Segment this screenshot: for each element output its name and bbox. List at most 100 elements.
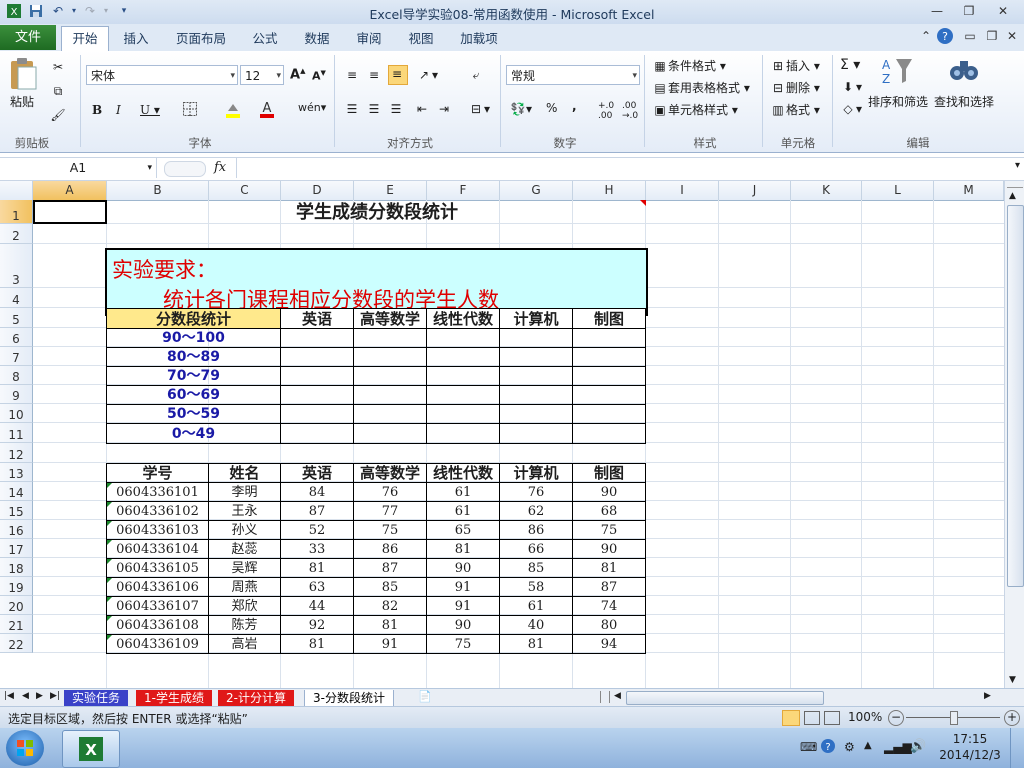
- select-all-corner[interactable]: [0, 181, 33, 200]
- score-cell[interactable]: 81: [572, 558, 646, 578]
- stat-header[interactable]: 英语: [280, 308, 354, 329]
- score-cell[interactable]: 77: [353, 501, 427, 521]
- stat-count-cell[interactable]: [499, 366, 573, 386]
- student-id-cell[interactable]: 0604336101: [106, 482, 209, 502]
- stat-count-cell[interactable]: [426, 385, 500, 405]
- prev-sheet-icon[interactable]: ◀: [22, 691, 29, 701]
- scroll-up-icon[interactable]: ▲: [1009, 191, 1016, 201]
- stat-count-cell[interactable]: [572, 328, 646, 348]
- score-cell[interactable]: 86: [353, 539, 427, 559]
- score-cell[interactable]: 65: [426, 520, 500, 540]
- score-cell[interactable]: 90: [572, 539, 646, 559]
- score-range-label[interactable]: 50～59: [106, 404, 281, 424]
- font-size-select[interactable]: 12 ▾: [240, 65, 284, 85]
- sort-filter-icon[interactable]: AZ: [880, 55, 914, 90]
- student-id-cell[interactable]: 0604336109: [106, 634, 209, 654]
- start-button-icon[interactable]: [6, 730, 44, 766]
- horizontal-scroll-thumb[interactable]: [626, 691, 824, 705]
- row-header-8[interactable]: 8: [0, 366, 33, 385]
- phonetic-icon[interactable]: wén▾: [298, 101, 326, 114]
- stat-count-cell[interactable]: [280, 366, 354, 386]
- score-cell[interactable]: 61: [426, 501, 500, 521]
- insert-function-icon[interactable]: fx: [214, 158, 226, 178]
- student-id-cell[interactable]: 0604336103: [106, 520, 209, 540]
- student-name-cell[interactable]: 郑欣: [208, 596, 281, 616]
- column-header-c[interactable]: C: [209, 181, 281, 200]
- score-cell[interactable]: 63: [280, 577, 354, 597]
- stat-count-cell[interactable]: [426, 328, 500, 348]
- student-id-cell[interactable]: 0604336107: [106, 596, 209, 616]
- bold-icon[interactable]: B: [92, 103, 102, 117]
- sheet-tab-calc[interactable]: 2-计分计算: [218, 690, 294, 706]
- score-cell[interactable]: 87: [353, 558, 427, 578]
- fill-color-icon[interactable]: [224, 101, 242, 122]
- column-header-d[interactable]: D: [281, 181, 354, 200]
- score-cell[interactable]: 81: [280, 634, 354, 654]
- row-header-10[interactable]: 10: [0, 404, 33, 423]
- student-name-cell[interactable]: 赵蕊: [208, 539, 281, 559]
- fill-icon[interactable]: ⬇ ▾: [840, 79, 862, 95]
- zoom-slider-thumb[interactable]: [950, 711, 958, 725]
- score-header[interactable]: 学号: [106, 463, 209, 483]
- score-header[interactable]: 姓名: [208, 463, 281, 483]
- column-header-b[interactable]: B: [107, 181, 209, 200]
- file-tab[interactable]: 文件: [0, 25, 56, 50]
- first-sheet-icon[interactable]: |◀: [4, 691, 14, 701]
- score-cell[interactable]: 90: [426, 558, 500, 578]
- tab-split-handle[interactable]: [600, 691, 610, 703]
- score-cell[interactable]: 92: [280, 615, 354, 635]
- score-cell[interactable]: 62: [499, 501, 573, 521]
- help-tray-icon[interactable]: ?: [820, 738, 836, 757]
- stat-count-cell[interactable]: [353, 423, 427, 444]
- decrease-indent-icon[interactable]: ⇤: [414, 101, 430, 117]
- grow-font-icon[interactable]: A▲: [290, 67, 305, 82]
- score-cell[interactable]: 61: [426, 482, 500, 502]
- row-header-7[interactable]: 7: [0, 347, 33, 366]
- score-cell[interactable]: 40: [499, 615, 573, 635]
- insert-cells-button[interactable]: ⊞ 插入 ▾: [770, 57, 820, 74]
- column-header-l[interactable]: L: [862, 181, 934, 200]
- score-cell[interactable]: 91: [353, 634, 427, 654]
- tab-review[interactable]: 审阅: [346, 27, 392, 50]
- tab-home[interactable]: 开始: [61, 26, 109, 52]
- align-right-icon[interactable]: ☰: [388, 101, 404, 117]
- clock-time[interactable]: 17:15: [940, 732, 1000, 746]
- paste-icon[interactable]: [8, 57, 38, 94]
- row-header-11[interactable]: 11: [0, 423, 33, 443]
- stat-count-cell[interactable]: [572, 366, 646, 386]
- stat-count-cell[interactable]: [572, 423, 646, 444]
- align-middle-icon[interactable]: ≡: [366, 67, 382, 83]
- workbook-restore-icon[interactable]: ❐: [982, 27, 1002, 45]
- student-id-cell[interactable]: 0604336106: [106, 577, 209, 597]
- formula-splitter[interactable]: [164, 161, 206, 177]
- score-cell[interactable]: 75: [353, 520, 427, 540]
- student-name-cell[interactable]: 陈芳: [208, 615, 281, 635]
- student-name-cell[interactable]: 周燕: [208, 577, 281, 597]
- stat-count-cell[interactable]: [353, 404, 427, 424]
- stat-count-cell[interactable]: [499, 423, 573, 444]
- comma-icon[interactable]: ,: [572, 99, 577, 113]
- student-id-cell[interactable]: 0604336104: [106, 539, 209, 559]
- score-range-label[interactable]: 80～89: [106, 347, 281, 367]
- score-cell[interactable]: 86: [499, 520, 573, 540]
- row-header-6[interactable]: 6: [0, 328, 33, 347]
- format-painter-icon[interactable]: 🖌: [50, 107, 66, 123]
- row-header-18[interactable]: 18: [0, 558, 33, 577]
- column-header-k[interactable]: K: [791, 181, 862, 200]
- align-left-icon[interactable]: ☰: [344, 101, 360, 117]
- cell-styles-button[interactable]: ▣ 单元格样式 ▾: [652, 101, 738, 118]
- score-cell[interactable]: 91: [426, 596, 500, 616]
- autosum-icon[interactable]: Σ ▾: [840, 57, 860, 73]
- next-sheet-icon[interactable]: ▶: [36, 691, 43, 701]
- stat-count-cell[interactable]: [499, 404, 573, 424]
- format-as-table-button[interactable]: ▤ 套用表格格式 ▾: [652, 79, 750, 96]
- column-header-i[interactable]: I: [646, 181, 719, 200]
- score-cell[interactable]: 85: [353, 577, 427, 597]
- score-range-label[interactable]: 0～49: [106, 423, 281, 444]
- score-cell[interactable]: 82: [353, 596, 427, 616]
- increase-indent-icon[interactable]: ⇥: [436, 101, 452, 117]
- stat-count-cell[interactable]: [353, 328, 427, 348]
- tab-page-layout[interactable]: 页面布局: [168, 27, 234, 50]
- score-cell[interactable]: 81: [499, 634, 573, 654]
- shrink-font-icon[interactable]: A▼: [312, 69, 326, 83]
